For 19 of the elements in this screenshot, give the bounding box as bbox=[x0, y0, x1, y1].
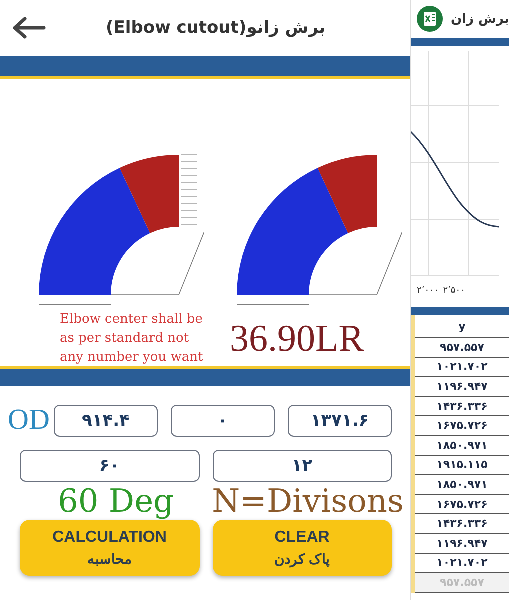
table-cell: ۱۰۲۱.۷۰۲ bbox=[415, 358, 509, 378]
axis-tick-label: ۲٬۵۰۰ bbox=[443, 286, 466, 296]
angle-label: 60 Deg bbox=[57, 482, 175, 520]
back-arrow-icon[interactable] bbox=[12, 17, 46, 39]
table-cell: ۱۰۲۱.۷۰۲ bbox=[415, 554, 509, 574]
result-text: 36.90LR bbox=[230, 316, 364, 360]
number-input-field[interactable]: ۹۱۴.۴ bbox=[54, 404, 158, 436]
number-input-field[interactable]: ۱۳۷۱.۶ bbox=[288, 404, 392, 436]
note-text: Elbow center shall be as per standard not any number you want bbox=[60, 311, 204, 367]
od-label: OD bbox=[8, 404, 50, 437]
table-cell: ۱۹۱۵.۱۱۵ bbox=[415, 456, 509, 476]
number-input-field[interactable]: ۶۰ bbox=[20, 450, 200, 482]
number-input-field[interactable]: ۰ bbox=[170, 404, 275, 436]
spreadsheet-icon bbox=[417, 6, 443, 32]
number-input-field[interactable]: ۱۲ bbox=[212, 450, 392, 482]
axis-tick-label: ۲٬۰۰۰ bbox=[417, 286, 440, 296]
screen-title: برش زان bbox=[451, 12, 509, 26]
divisions-label: N=Divisons bbox=[212, 482, 404, 520]
page-title: برش زانو(Elbow cutout) bbox=[106, 18, 326, 38]
